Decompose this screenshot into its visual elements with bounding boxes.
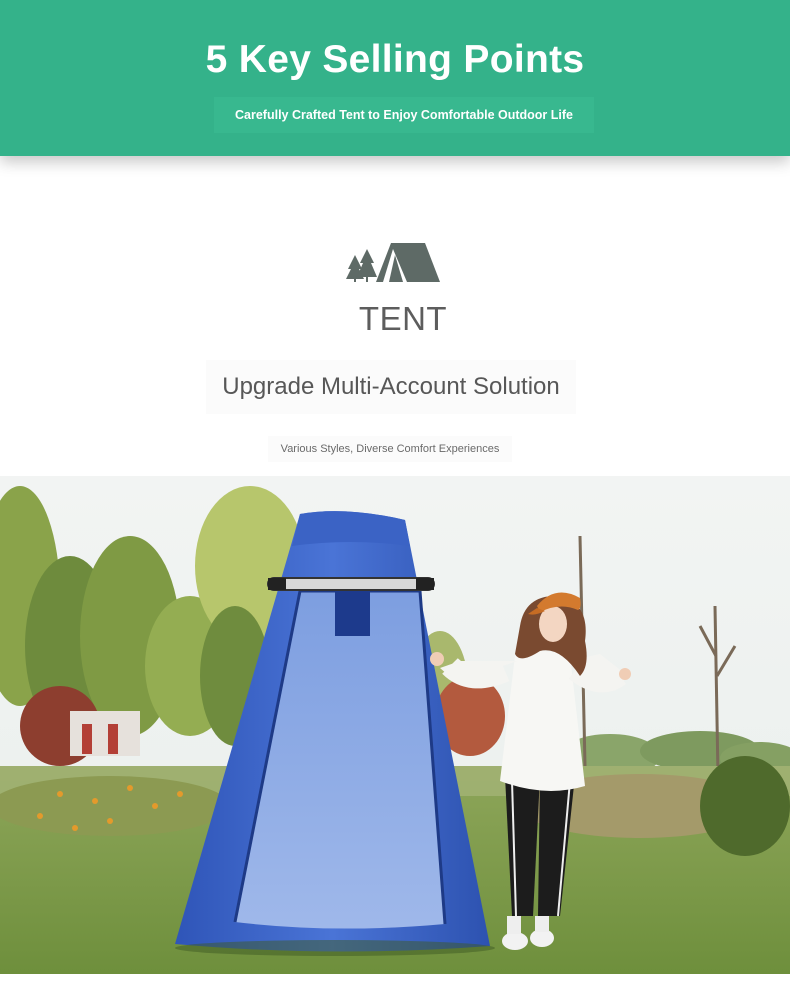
category-title: TENT: [358, 300, 448, 337]
section-tagline: Various Styles, Diverse Comfort Experien…: [268, 436, 512, 462]
banner-title: 5 Key Selling Points: [205, 38, 585, 81]
header-banner: 5 Key Selling Points Carefully Crafted T…: [0, 0, 790, 156]
shrub: [700, 756, 790, 856]
section-headline: Upgrade Multi-Account Solution: [206, 360, 576, 414]
product-photo: [0, 476, 790, 974]
tent-with-trees-icon: [345, 241, 441, 285]
banner-subtitle: Carefully Crafted Tent to Enjoy Comforta…: [214, 97, 594, 133]
background-building: [70, 711, 140, 756]
